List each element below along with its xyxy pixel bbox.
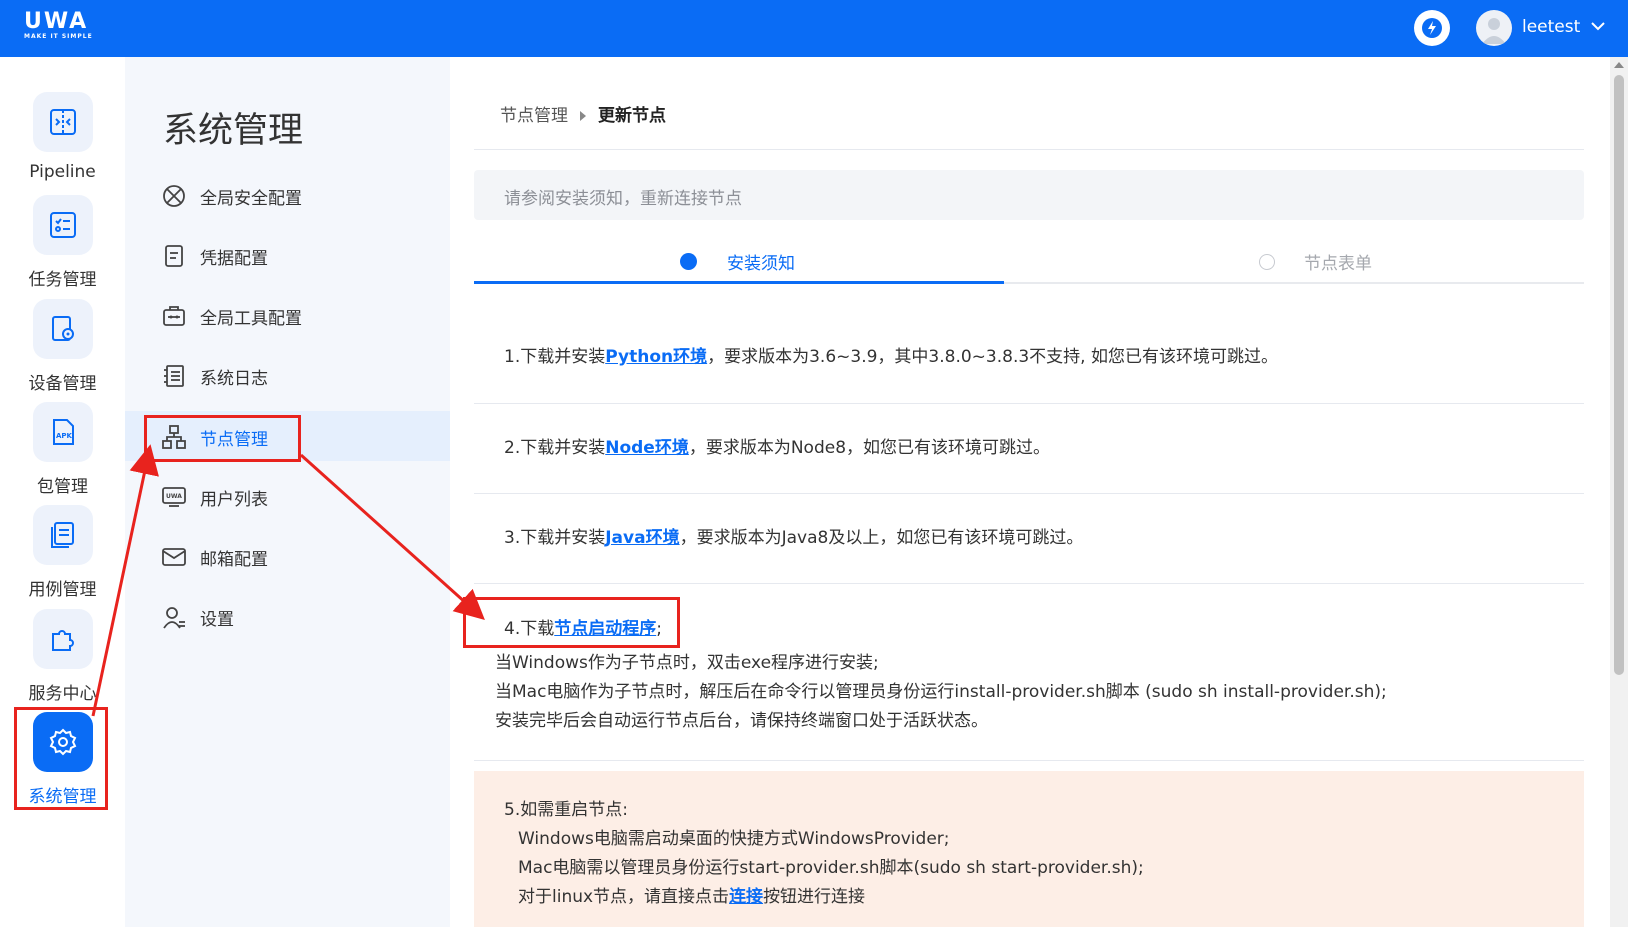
- sidebar-item-mail[interactable]: 邮箱配置: [125, 531, 450, 581]
- rail-label: 包管理: [37, 477, 88, 497]
- instruction-text: 2.下载并安装: [504, 438, 606, 458]
- logo-tagline: MAKE IT SIMPLE: [24, 33, 93, 40]
- java-env-link[interactable]: Java环境: [605, 528, 679, 548]
- instruction-text: ，要求版本为3.6~3.9，其中3.8.0~3.8.3不支持, 如您已有该环境可…: [707, 347, 1278, 367]
- sidebar-item-settings[interactable]: 设置: [125, 591, 450, 641]
- annotation-box-system: [14, 707, 108, 810]
- device-icon: [33, 299, 93, 359]
- chevron-down-icon[interactable]: [1590, 18, 1606, 38]
- annotation-box-nodes: [144, 415, 301, 462]
- divider: [474, 149, 1584, 150]
- user-list-icon: UWA: [161, 484, 187, 510]
- restart-text: 对于linux节点，请直接点击: [518, 887, 730, 907]
- divider: [474, 493, 1584, 494]
- restart-line: Mac电脑需以管理员身份运行start-provider.sh脚本(sudo s…: [518, 858, 1144, 878]
- mail-icon: [161, 544, 187, 570]
- rail-item-services[interactable]: 服务中心: [0, 609, 125, 709]
- step-active-dot-icon: [680, 253, 697, 270]
- username[interactable]: leetest: [1522, 17, 1580, 37]
- breadcrumb-node-management[interactable]: 节点管理: [500, 106, 568, 126]
- system-sidebar: 系统管理 全局安全配置 凭据配置 全局工具配置 系统日志 节点管理 UWA 用户…: [125, 57, 450, 927]
- notification-icon[interactable]: [1414, 10, 1450, 46]
- sidebar-item-logs[interactable]: 系统日志: [125, 350, 450, 400]
- rail-item-pipeline[interactable]: Pipeline: [0, 92, 125, 192]
- settings-user-icon: [161, 604, 187, 630]
- divider: [474, 760, 1584, 761]
- case-icon: [33, 505, 93, 565]
- instruction-text: ，要求版本为Node8，如您已有该环境可跳过。: [688, 438, 1051, 458]
- uwa-logo[interactable]: UWA MAKE IT SIMPLE: [24, 9, 93, 41]
- puzzle-icon: [33, 609, 93, 669]
- steps-progress: [474, 281, 1004, 284]
- restart-line-linux: 对于linux节点，请直接点击连接按钮进行连接: [518, 882, 865, 907]
- connect-link[interactable]: 连接: [729, 887, 763, 907]
- restart-notice: 5.如需重启节点: Windows电脑需启动桌面的快捷方式WindowsProv…: [474, 771, 1584, 927]
- rail-label: 设备管理: [28, 374, 97, 394]
- security-icon: [161, 183, 187, 209]
- sidebar-item-label: 全局安全配置: [200, 189, 302, 209]
- sidebar-item-label: 全局工具配置: [200, 309, 302, 329]
- avatar[interactable]: [1476, 10, 1512, 46]
- apk-icon: APK: [33, 402, 93, 462]
- instruction-4-line: 当Windows作为子节点时，双击exe程序进行安装;: [495, 653, 879, 673]
- step-inactive-dot-icon: [1259, 254, 1275, 270]
- pipeline-icon: [33, 92, 93, 152]
- task-icon: [33, 195, 93, 255]
- breadcrumb-current: 更新节点: [598, 106, 666, 126]
- rail-label: Pipeline: [29, 162, 96, 182]
- sidebar-item-label: 邮箱配置: [200, 550, 268, 570]
- rail-label: 任务管理: [28, 270, 97, 290]
- notice-banner: 请参阅安装须知，重新连接节点: [474, 170, 1584, 220]
- rail-label: 用例管理: [28, 580, 97, 600]
- top-bar: UWA MAKE IT SIMPLE leetest: [0, 0, 1628, 57]
- sidebar-item-users[interactable]: UWA 用户列表: [125, 471, 450, 521]
- logo-text: UWA: [24, 9, 89, 34]
- sidebar-item-credentials[interactable]: 凭据配置: [125, 230, 450, 280]
- scrollbar-thumb[interactable]: [1614, 75, 1624, 675]
- sidebar-item-label: 系统日志: [200, 369, 268, 389]
- steps-bar: 安装须知 节点表单: [474, 242, 1584, 286]
- sidebar-item-label: 凭据配置: [200, 249, 268, 269]
- sidebar-item-label: 设置: [200, 610, 234, 630]
- sidebar-item-security[interactable]: 全局安全配置: [125, 170, 450, 220]
- log-icon: [161, 363, 187, 389]
- scroll-up-icon[interactable]: [1614, 62, 1624, 68]
- scrollbar[interactable]: [1610, 57, 1628, 927]
- instruction-text: ，要求版本为Java8及以上，如您已有该环境可跳过。: [679, 528, 1084, 548]
- node-env-link[interactable]: Node环境: [605, 438, 689, 458]
- rail-item-devices[interactable]: 设备管理: [0, 299, 125, 399]
- sidebar-title: 系统管理: [163, 111, 304, 151]
- restart-title: 5.如需重启节点:: [504, 800, 628, 820]
- breadcrumb-separator-icon: [580, 111, 586, 121]
- divider: [474, 403, 1584, 404]
- rail-item-tasks[interactable]: 任务管理: [0, 195, 125, 295]
- instruction-4-line: 安装完毕后会自动运行节点后台，请保持终端窗口处于活跃状态。: [495, 711, 988, 731]
- credential-icon: [161, 243, 187, 269]
- instruction-4-line: 当Mac电脑作为子节点时，解压后在命令行以管理员身份运行install-prov…: [495, 682, 1387, 702]
- instruction-text: 3.下载并安装: [504, 528, 606, 548]
- sidebar-item-tools[interactable]: 全局工具配置: [125, 290, 450, 340]
- restart-text: 按钮进行连接: [763, 887, 866, 907]
- annotation-box-download: [463, 597, 680, 648]
- notice-text: 请参阅安装须知，重新连接节点: [504, 189, 742, 209]
- step-install-notes[interactable]: 安装须知: [727, 249, 795, 274]
- step-node-form[interactable]: 节点表单: [1304, 249, 1372, 274]
- divider: [474, 583, 1584, 584]
- svg-text:APK: APK: [56, 432, 73, 440]
- breadcrumb: 节点管理 更新节点: [500, 101, 666, 126]
- rail-label: 服务中心: [28, 684, 97, 704]
- rail-item-cases[interactable]: 用例管理: [0, 505, 125, 605]
- main-content: 节点管理 更新节点 请参阅安装须知，重新连接节点 安装须知 节点表单 1.下载并安…: [450, 57, 1610, 927]
- svg-text:UWA: UWA: [166, 493, 182, 500]
- restart-line: Windows电脑需启动桌面的快捷方式WindowsProvider;: [518, 829, 950, 849]
- instruction-text: 1.下载并安装: [504, 347, 606, 367]
- python-env-link[interactable]: Python环境: [605, 347, 707, 367]
- rail-item-packages[interactable]: APK 包管理: [0, 402, 125, 502]
- toolbox-icon: [161, 303, 187, 329]
- sidebar-item-label: 用户列表: [200, 490, 268, 510]
